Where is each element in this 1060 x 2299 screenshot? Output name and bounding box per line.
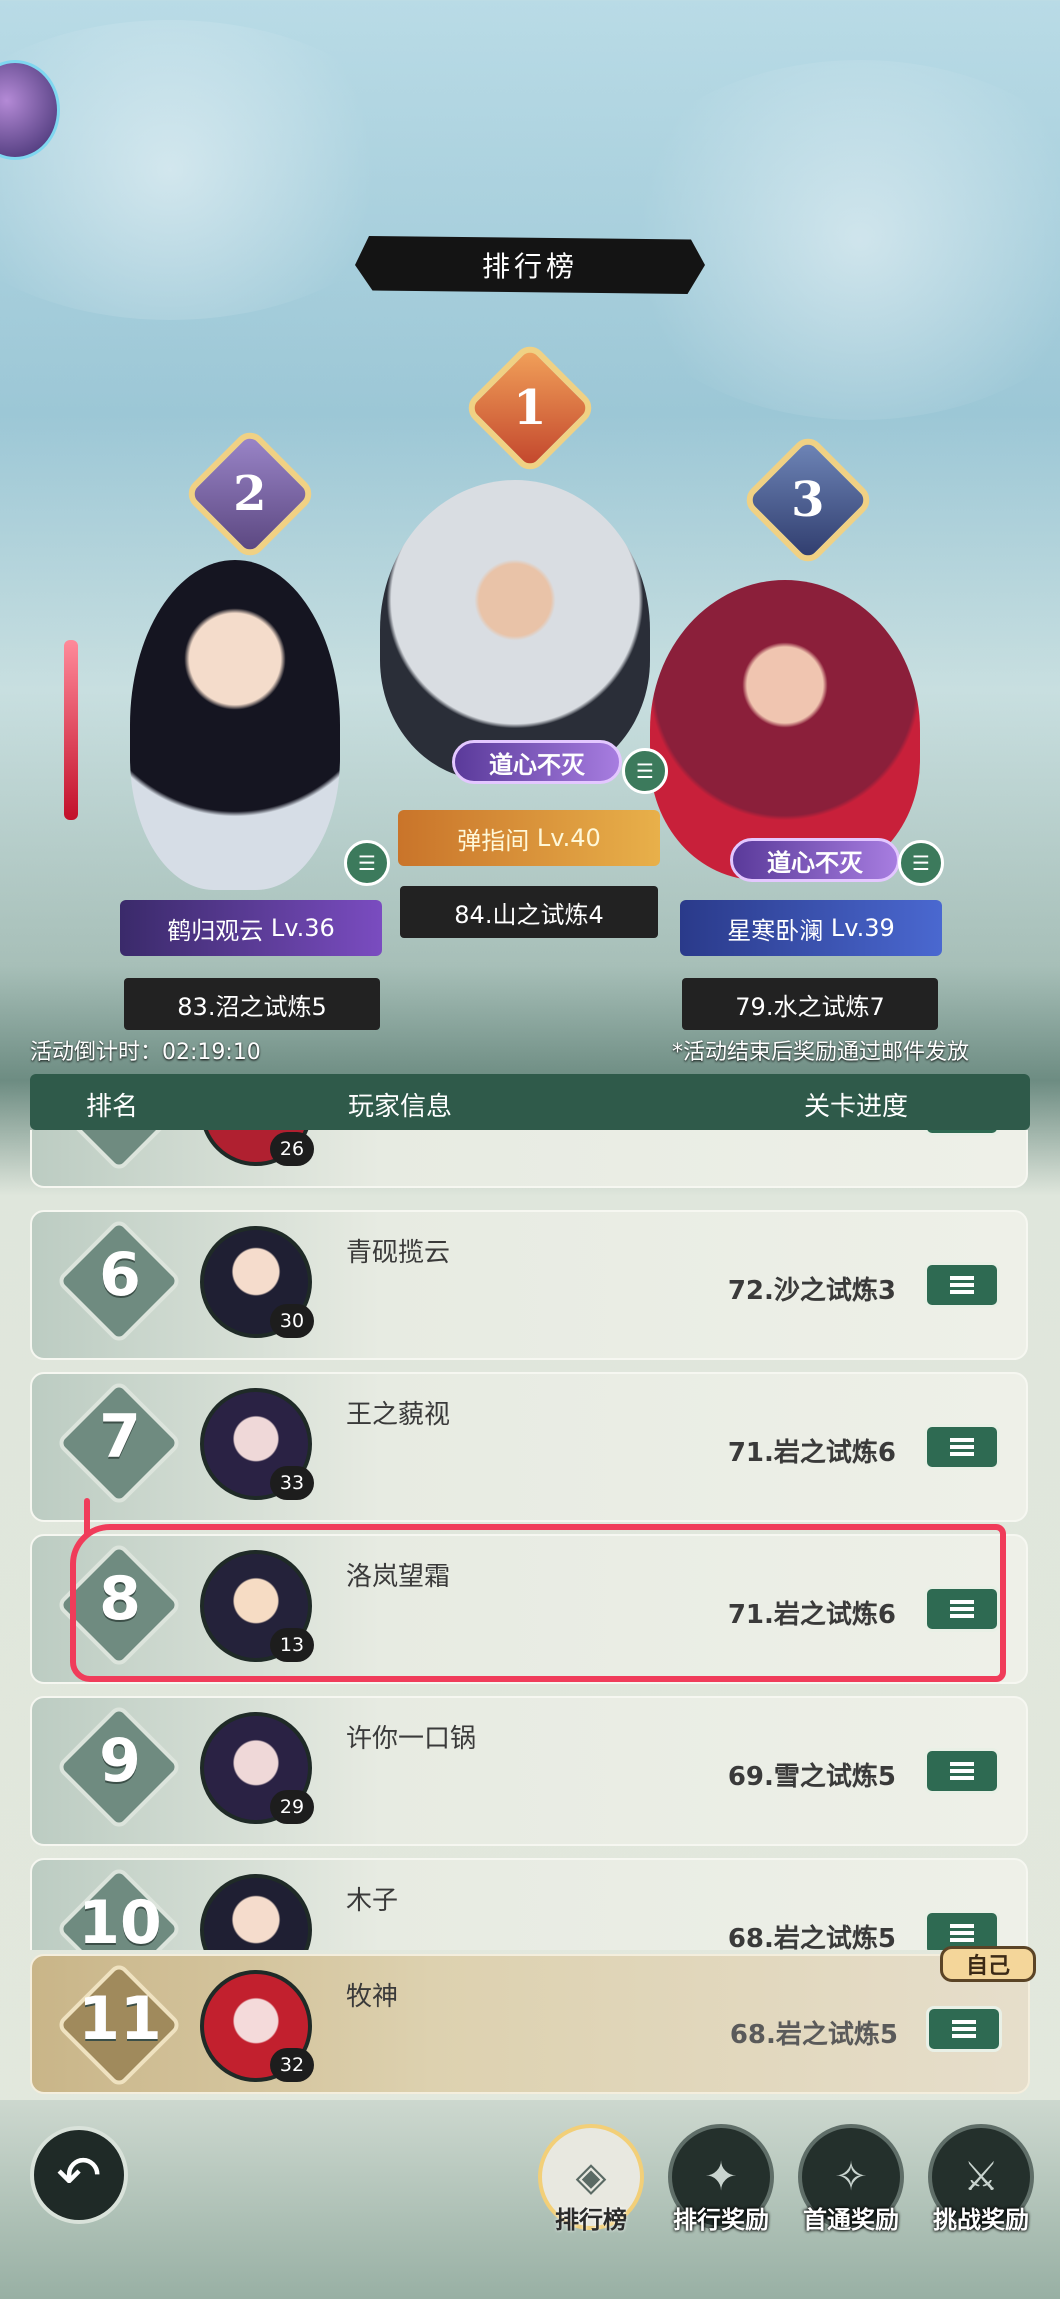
ranking-table-header: 排名 玩家信息 关卡进度 (30, 1074, 1030, 1130)
stage-progress: 72.沙之试炼3 (727, 1276, 896, 1306)
rank-number: 9 (99, 1726, 141, 1796)
back-button[interactable]: ↶ (30, 2126, 128, 2224)
rank-1-name-plate: 弹指间 Lv.40 (398, 810, 660, 866)
rank-3-detail-button[interactable]: ☰ (898, 840, 944, 886)
rank-3-character (650, 580, 920, 880)
rank-2-name-plate: 鹤归观云 Lv.36 (120, 900, 382, 956)
rank-1-stage: 84.山之试炼4 (400, 886, 658, 938)
stage-progress: 69.雪之试炼5 (727, 1762, 896, 1792)
table-row[interactable]: 10 木子 68.岩之试炼5 (30, 1858, 1028, 1950)
avatar-level: 32 (270, 2048, 314, 2082)
ranking-icon: ◈ (575, 2154, 607, 2200)
list-icon (950, 1438, 974, 1456)
detail-button[interactable] (926, 2006, 1002, 2052)
rank-3-name-plate: 星寒卧澜 Lv.39 (680, 900, 942, 956)
sword-icon (64, 640, 78, 820)
rank-1-medal: 1 (462, 340, 598, 476)
player-level: Lv.39 (830, 914, 895, 942)
list-icon (952, 2020, 976, 2038)
player-name: 洛岚望霜 (346, 1562, 451, 1592)
rank-reward-icon: ✦ (704, 2154, 738, 2200)
rank-2-detail-button[interactable]: ☰ (344, 840, 390, 886)
rank-number: 8 (99, 1564, 141, 1634)
detail-button[interactable] (924, 1424, 1000, 1470)
detail-button[interactable] (924, 1748, 1000, 1794)
tab-first-clear-reward-label: 首通奖励 (803, 2206, 899, 2234)
avatar-level: 26 (270, 1132, 314, 1166)
rank-number: 7 (99, 1402, 141, 1472)
player-name: 弹指间 (457, 826, 530, 855)
tab-challenge-reward-label: 挑战奖励 (933, 2206, 1029, 2234)
first-clear-reward-icon: ✧ (834, 2154, 868, 2200)
table-row[interactable]: 8 13 洛岚望霜 71.岩之试炼6 (30, 1534, 1028, 1684)
tab-ranking-label: 排行榜 (555, 2206, 627, 2234)
player-name: 王之藐视 (346, 1400, 451, 1430)
list-icon (950, 1762, 974, 1780)
back-arrow-icon: ↶ (56, 2143, 102, 2207)
stage-progress: 68.岩之试炼5 (727, 1924, 896, 1950)
detail-button[interactable] (924, 1910, 1000, 1950)
column-progress: 关卡进度 (804, 1092, 909, 1122)
challenge-reward-icon: ⚔ (963, 2154, 999, 2200)
table-row[interactable]: 9 29 许你一口锅 69.雪之试炼5 (30, 1696, 1028, 1846)
column-player: 玩家信息 (348, 1092, 453, 1122)
self-rank-row[interactable]: 11 32 牧神 68.岩之试炼5 (30, 1954, 1030, 2094)
avatar-level: 13 (270, 1628, 314, 1662)
list-icon (950, 1276, 974, 1294)
page-title: 排行榜 (355, 236, 705, 294)
detail-button[interactable] (924, 1586, 1000, 1632)
rank-1-character (380, 480, 650, 780)
table-row[interactable]: 7 33 王之藐视 71.岩之试炼6 (30, 1372, 1028, 1522)
activity-countdown: 活动倒计时：02:19:10 (30, 1040, 261, 1065)
rank-2-stage: 83.沼之试炼5 (124, 978, 380, 1030)
rank-number: 11 (78, 1984, 162, 2054)
avatar-level: 33 (270, 1466, 314, 1500)
player-level: Lv.36 (270, 914, 335, 942)
rank-2-medal: 2 (182, 426, 318, 562)
rank-3-title-badge: 道心不灭 (730, 838, 900, 882)
player-name: 牧神 (346, 1982, 399, 2012)
player-name: 木子 (346, 1886, 399, 1916)
detail-button[interactable] (924, 1262, 1000, 1308)
avatar-level: 30 (270, 1304, 314, 1338)
avatar-level: 29 (270, 1790, 314, 1824)
tab-rank-reward-label: 排行奖励 (673, 2206, 769, 2234)
rank-1-title-badge: 道心不灭 (452, 740, 622, 784)
rank-2-character (130, 560, 340, 890)
list-icon (950, 1600, 974, 1618)
list-icon (950, 1924, 974, 1942)
stage-progress: 71.岩之试炼6 (727, 1438, 896, 1468)
rank-number: 10 (78, 1888, 162, 1950)
rank-1-detail-button[interactable]: ☰ (622, 748, 668, 794)
rank-number: 6 (99, 1240, 141, 1310)
rank-number: 5 (72, 1130, 168, 1158)
table-row[interactable]: 5 26 (30, 1130, 1028, 1188)
player-name: 星寒卧澜 (727, 916, 824, 945)
stage-progress: 68.岩之试炼5 (729, 2020, 898, 2050)
player-name: 许你一口锅 (346, 1724, 477, 1754)
mail-reward-note: *活动结束后奖励通过邮件发放 (672, 1040, 970, 1065)
rank-3-stage: 79.水之试炼7 (682, 978, 938, 1030)
player-level: Lv.40 (536, 824, 601, 852)
ranking-list[interactable]: 5 26 6 30 青砚揽云 72.沙之试炼3 7 33 王之藐视 71.岩之试… (30, 1130, 1030, 1950)
player-name: 青砚揽云 (346, 1238, 451, 1268)
rank-3-medal: 3 (740, 432, 876, 568)
cloud-swirl-decoration (0, 20, 420, 320)
self-tag: 自己 (940, 1946, 1036, 1982)
stage-progress: 71.岩之试炼6 (727, 1600, 896, 1630)
table-row[interactable]: 6 30 青砚揽云 72.沙之试炼3 (30, 1210, 1028, 1360)
detail-button[interactable] (924, 1130, 1000, 1136)
player-name: 鹤归观云 (167, 916, 264, 945)
highlight-mark (84, 1498, 90, 1538)
avatar[interactable] (200, 1874, 312, 1950)
column-rank: 排名 (86, 1092, 139, 1122)
